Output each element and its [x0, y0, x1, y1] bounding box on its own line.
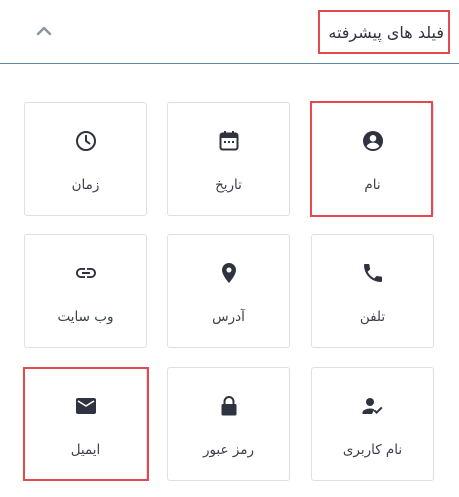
calendar-icon [168, 129, 289, 153]
field-label: نام کاربری [342, 442, 403, 458]
field-label: رمز عبور [202, 442, 255, 458]
field-label: آدرس [212, 309, 245, 325]
field-card-time[interactable]: زمان [24, 102, 147, 216]
field-card-phone[interactable]: تلفن [311, 234, 434, 348]
field-card-website[interactable]: وب سایت [24, 234, 147, 348]
field-label: تلفن [359, 309, 386, 325]
chevron-up-icon [36, 26, 52, 36]
field-card-date[interactable]: تاریخ [167, 102, 290, 216]
field-card-username[interactable]: نام کاربری [311, 367, 434, 481]
field-label: ایمیل [70, 442, 101, 458]
field-card-address[interactable]: آدرس [167, 234, 290, 348]
clock-icon [25, 129, 146, 153]
envelope-icon [25, 394, 146, 418]
account-circle-icon [312, 129, 433, 153]
field-card-name[interactable]: نام [311, 102, 434, 216]
field-card-password[interactable]: رمز عبور [167, 367, 290, 481]
field-card-email[interactable]: ایمیل [24, 367, 147, 481]
lock-icon [168, 394, 289, 418]
link-icon [25, 261, 146, 285]
advanced-fields-header: فیلد های پیشرفته [0, 0, 459, 64]
field-label: وب سایت [57, 309, 114, 325]
phone-icon [312, 261, 433, 285]
section-title: فیلد های پیشرفته [328, 22, 444, 42]
field-label: نام [364, 177, 381, 193]
field-label: زمان [71, 177, 100, 193]
user-check-icon [312, 394, 433, 418]
map-pin-icon [168, 261, 289, 285]
collapse-toggle[interactable] [30, 20, 58, 42]
field-label: تاریخ [215, 177, 242, 193]
